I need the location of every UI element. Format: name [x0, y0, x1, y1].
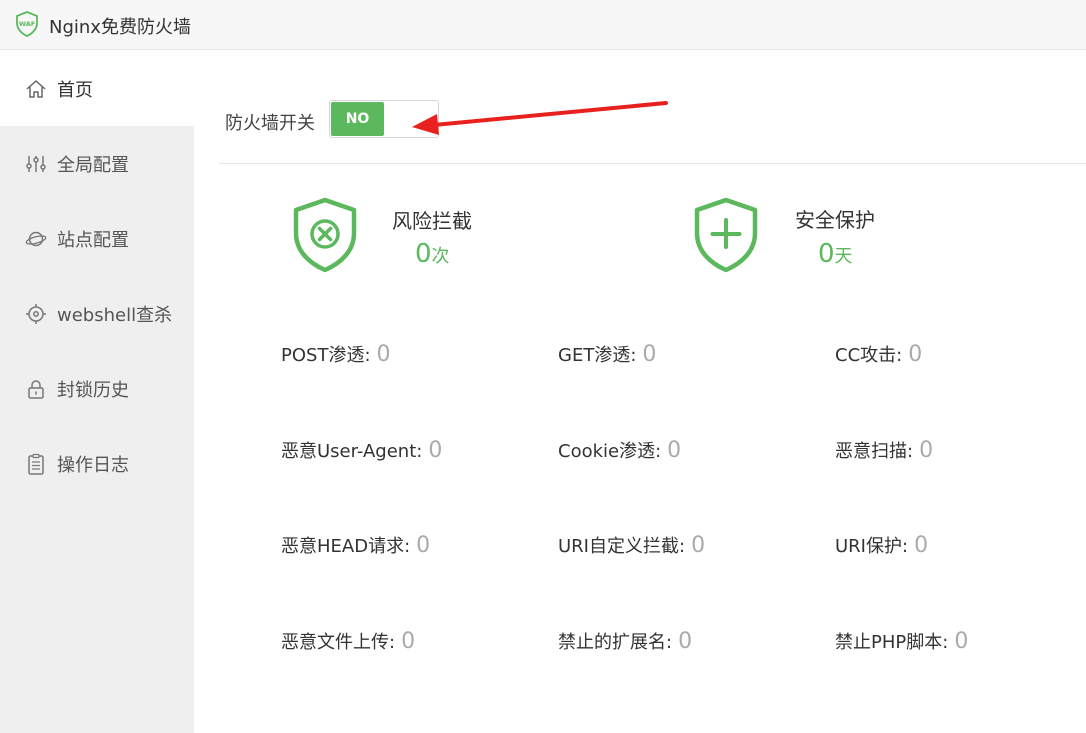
sidebar-item-global-config[interactable]: 全局配置	[0, 126, 194, 201]
metric-label: URI自定义拦截:	[558, 536, 686, 557]
metric-label: Cookie渗透:	[558, 441, 662, 462]
sidebar: 首页 全局配置 站点配置 webshell查杀 封锁历史 操作日志	[0, 51, 194, 733]
safe-protect-unit: 天	[834, 246, 853, 267]
sidebar-item-site-config[interactable]: 站点配置	[0, 201, 194, 276]
sidebar-item-block-history[interactable]: 封锁历史	[0, 351, 194, 426]
metric-get: GET渗透: 0	[558, 341, 656, 367]
sidebar-item-label: 封锁历史	[57, 379, 129, 401]
sidebar-item-label: 全局配置	[57, 154, 129, 176]
metric-label: URI保护:	[835, 536, 909, 557]
metric-value: 0	[376, 342, 391, 367]
metric-value: 0	[914, 533, 929, 558]
metric-extension: 禁止的扩展名: 0	[558, 628, 692, 654]
metric-label: GET渗透:	[558, 345, 637, 366]
divider	[219, 163, 1086, 164]
sidebar-item-label: 操作日志	[57, 454, 129, 476]
metric-scan: 恶意扫描: 0	[835, 437, 933, 463]
metric-value: 0	[908, 342, 923, 367]
safe-protect-title: 安全保护	[795, 208, 875, 232]
target-icon	[26, 303, 46, 324]
safe-protect-value: 0	[818, 239, 835, 269]
risk-intercept-title: 风险拦截	[392, 209, 472, 233]
metric-post: POST渗透: 0	[281, 341, 391, 367]
sidebar-item-label: webshell查杀	[57, 304, 173, 326]
top-bar: WAF Nginx免费防火墙	[0, 0, 1086, 50]
risk-intercept-unit: 次	[431, 246, 450, 267]
risk-intercept-stat: 风险拦截 0次	[292, 197, 512, 277]
safe-protect-value-wrap: 0天	[818, 239, 853, 269]
shield-plus-icon	[694, 197, 758, 273]
planet-icon	[25, 231, 47, 246]
shield-x-icon	[293, 197, 357, 273]
metric-upload: 恶意文件上传: 0	[281, 628, 415, 654]
metric-label: 禁止的扩展名:	[558, 632, 673, 653]
metric-value: 0	[428, 438, 443, 463]
metric-label: POST渗透:	[281, 345, 371, 366]
metric-uri-protect: URI保护: 0	[835, 532, 928, 558]
metric-label: 恶意User-Agent:	[281, 441, 423, 462]
metric-label: CC攻击:	[835, 345, 903, 366]
metric-value: 0	[401, 629, 416, 654]
sidebar-item-webshell[interactable]: webshell查杀	[0, 276, 194, 351]
clipboard-icon	[28, 453, 44, 475]
sidebar-item-operation-log[interactable]: 操作日志	[0, 426, 194, 501]
svg-text:WAF: WAF	[19, 20, 35, 28]
metric-php: 禁止PHP脚本: 0	[835, 628, 968, 654]
app-title: Nginx免费防火墙	[49, 17, 191, 38]
metric-user-agent: 恶意User-Agent: 0	[281, 437, 442, 463]
main-content: 防火墙开关 NO 风险拦截 0次 安全保护 0天 POST渗透: 0 GET渗透:…	[194, 51, 1086, 733]
home-icon	[26, 79, 46, 98]
sidebar-item-label: 站点配置	[57, 229, 129, 251]
metric-value: 0	[667, 438, 682, 463]
metric-value: 0	[919, 438, 934, 463]
safe-protect-stat: 安全保护 0天	[693, 197, 913, 277]
lock-icon	[28, 379, 44, 399]
metric-cookie: Cookie渗透: 0	[558, 437, 681, 463]
metric-value: 0	[691, 533, 706, 558]
metric-label: 恶意文件上传:	[281, 632, 396, 653]
metric-head: 恶意HEAD请求: 0	[281, 532, 430, 558]
waf-logo-icon: WAF	[16, 11, 38, 37]
risk-intercept-value-wrap: 0次	[415, 239, 450, 269]
metric-value: 0	[642, 342, 657, 367]
metric-uri-custom: URI自定义拦截: 0	[558, 532, 705, 558]
firewall-switch-label: 防火墙开关	[225, 113, 315, 134]
metric-value: 0	[678, 629, 693, 654]
sidebar-item-home[interactable]: 首页	[0, 51, 194, 126]
metric-value: 0	[416, 533, 431, 558]
annotation-arrow-icon	[412, 101, 668, 135]
metric-label: 恶意扫描:	[835, 441, 914, 462]
sliders-icon	[26, 155, 46, 172]
toggle-state-label: NO	[331, 102, 384, 136]
metric-label: 恶意HEAD请求:	[281, 536, 411, 557]
metric-label: 禁止PHP脚本:	[835, 632, 949, 653]
risk-intercept-value: 0	[415, 239, 432, 269]
metric-cc: CC攻击: 0	[835, 341, 922, 367]
metric-value: 0	[954, 629, 969, 654]
sidebar-item-label: 首页	[57, 79, 93, 101]
